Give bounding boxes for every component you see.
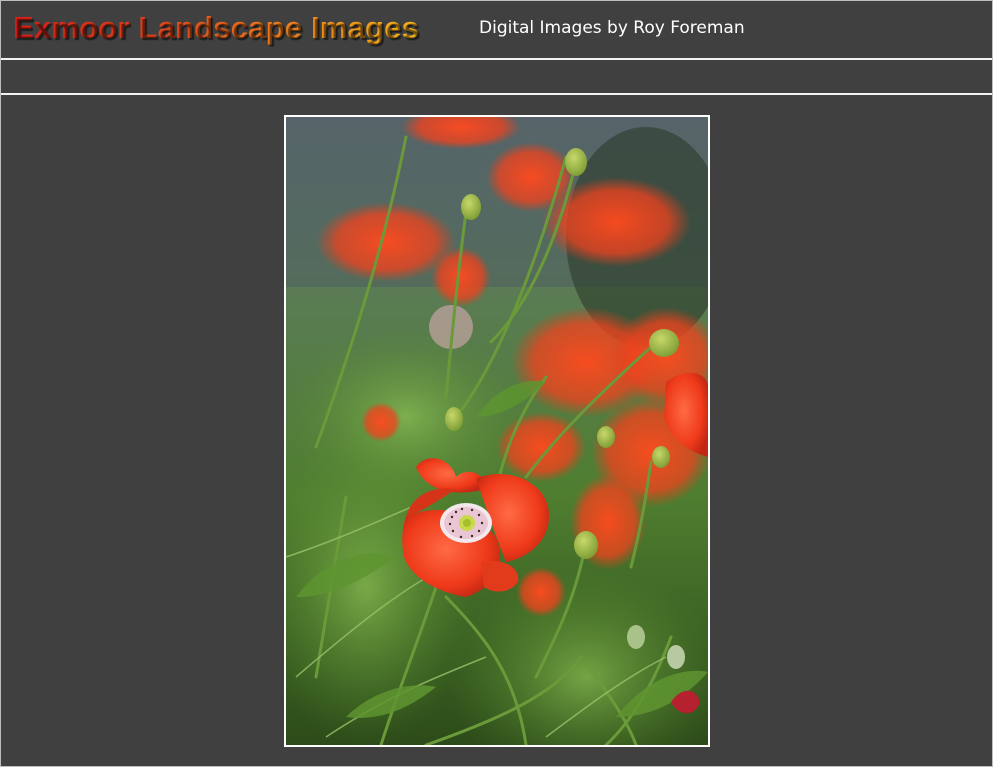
- site-title[interactable]: Exmoor Landscape Images: [13, 9, 419, 47]
- site-subtitle: Digital Images by Roy Foreman: [479, 18, 745, 38]
- poppy-photo[interactable]: [284, 115, 710, 747]
- site-header: Exmoor Landscape Images Digital Images b…: [1, 1, 992, 60]
- nav-bar: [1, 60, 992, 95]
- poppy-photo-illustration: [286, 117, 708, 745]
